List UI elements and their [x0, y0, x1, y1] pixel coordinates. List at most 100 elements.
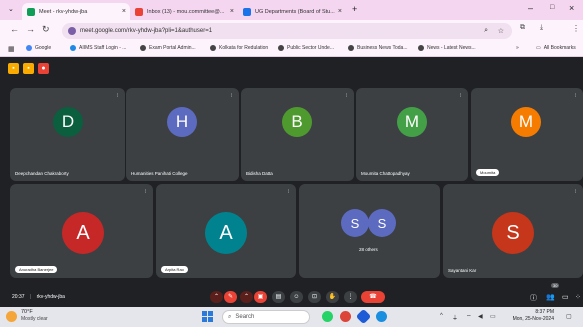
close-window-icon[interactable]: × — [569, 3, 574, 13]
edge-icon[interactable] — [376, 311, 387, 322]
new-tab-button[interactable]: + — [352, 4, 357, 14]
others-tile[interactable]: S S 28 others — [299, 184, 440, 278]
activity-icon[interactable]: ▪ — [23, 63, 34, 74]
menu-icon[interactable]: ⋮ — [572, 24, 580, 33]
bookmark-kolkata[interactable]: Kolkata for Redulation — [210, 45, 268, 51]
participant-tile[interactable]: ⁞ M Moumita — [471, 88, 583, 181]
more-options-icon[interactable]: ⁞ — [346, 93, 347, 99]
battery-icon[interactable]: ▭ — [490, 313, 496, 320]
participant-tile[interactable]: ⁞ H Humanities Panihati College — [126, 88, 239, 181]
app-icon[interactable] — [355, 308, 372, 325]
windows-start-icon[interactable] — [202, 311, 213, 322]
more-options-icon[interactable]: ⁞ — [575, 189, 576, 195]
participant-tile[interactable]: ⁞ A Arpita Rao — [156, 184, 296, 278]
tab-bar: ⌄ Meet - rkv-yhdw-jba × Inbox (13) - mou… — [0, 0, 583, 20]
participant-tile[interactable]: ⁞ B Bidisha Datta — [241, 88, 354, 181]
meeting-code: rkv-yhdw-jba — [36, 294, 65, 300]
activities-icon[interactable]: ⁘ — [575, 293, 581, 301]
clock-time: 8:37 PM — [535, 309, 554, 315]
participant-name: Anuradha Banerjee — [15, 266, 58, 273]
chat-icon[interactable]: ▭ — [562, 293, 569, 301]
mic-options-icon[interactable]: ⌃ — [210, 291, 223, 303]
people-icon[interactable]: 👥 — [546, 293, 555, 301]
more-options-icon[interactable]: ⁞ — [288, 189, 289, 195]
tab-ug-departments[interactable]: UG Departments (Board of Stu... × — [238, 3, 346, 20]
download-icon[interactable]: ⤓ — [540, 24, 543, 32]
more-options-icon[interactable]: ⁞ — [145, 189, 146, 195]
bookmark-business-news[interactable]: Business News Toda... — [348, 45, 408, 51]
present-icon[interactable]: ⊡ — [308, 291, 321, 303]
minimize-icon[interactable]: – — [528, 3, 533, 13]
bookmark-public-sector[interactable]: Public Sector Unde... — [278, 45, 334, 51]
meeting-time: 20:37 — [12, 294, 25, 300]
participant-tile[interactable]: ⁞ S Sayantani Kar — [443, 184, 583, 278]
apps-icon[interactable]: ▦ — [8, 45, 15, 53]
reload-icon[interactable]: ↻ — [42, 24, 50, 35]
tab-label: Meet - rkv-yhdw-jba — [39, 8, 88, 15]
leave-call-button[interactable]: ☎ — [361, 291, 385, 303]
avatar: A — [62, 212, 104, 254]
participant-count-badge: 30 — [551, 283, 560, 288]
zoom-icon[interactable]: ⌕ — [484, 27, 488, 35]
meet-controls-bar: 20:37 | rkv-yhdw-jba ⌃ ✎ ⌃ ▣ ▤ ☺ ⊡ ✋ ⋮ ☎… — [0, 283, 583, 307]
record-icon[interactable]: ● — [38, 63, 49, 74]
bookmark-star-icon[interactable]: ☆ — [498, 27, 504, 35]
camera-options-icon[interactable]: ⌃ — [240, 291, 253, 303]
globe-icon — [140, 45, 146, 51]
participant-name: Arpita Rao — [161, 266, 188, 273]
tab-search-icon[interactable]: ⌄ — [8, 5, 14, 13]
participant-tile[interactable]: ⁞ D Deepchandan Chakraborty — [10, 88, 125, 181]
bookmarks-overflow-icon[interactable]: » — [516, 45, 519, 51]
more-options-icon[interactable]: ⁞ — [460, 93, 461, 99]
all-bookmarks[interactable]: ▭ All Bookmarks — [536, 45, 576, 51]
bookmark-news[interactable]: News - Latest News... — [418, 45, 476, 51]
close-tab-icon[interactable]: × — [230, 8, 234, 15]
chrome-icon[interactable] — [340, 311, 351, 322]
doc-favicon — [243, 7, 251, 16]
participant-tile[interactable]: ⁞ A Anuradha Banerjee — [10, 184, 153, 278]
more-options-icon[interactable]: ⁞ — [231, 93, 232, 99]
globe-icon — [348, 45, 354, 51]
taskbar-search[interactable]: ⌕ Search — [222, 310, 310, 324]
maximize-icon[interactable]: □ — [550, 4, 554, 11]
address-bar[interactable]: meet.google.com/rkv-yhdw-jba?pli=1&authu… — [62, 23, 512, 39]
wifi-icon[interactable]: ⌔ — [466, 313, 472, 321]
tab-meet[interactable]: Meet - rkv-yhdw-jba × — [22, 3, 130, 20]
participant-name: Humanities Panihati College — [131, 171, 188, 176]
participant-name: Bidisha Datta — [246, 171, 273, 176]
extensions-icon[interactable]: ⧉ — [520, 24, 525, 32]
info-icon[interactable]: ▪ — [8, 63, 19, 74]
participant-name: Deepchandan Chakraborty — [15, 171, 69, 176]
more-options-icon[interactable]: ⋮ — [344, 291, 357, 303]
usb-icon[interactable]: ⏚ — [452, 313, 458, 322]
info-icon[interactable]: ⓘ — [530, 293, 537, 303]
more-options-icon[interactable]: ⁞ — [575, 93, 576, 99]
emoji-icon[interactable]: ☺ — [290, 291, 303, 303]
weather-widget[interactable]: 70°F Mostly clear — [6, 309, 48, 323]
notification-icon[interactable]: ▢ — [566, 313, 572, 320]
back-icon[interactable]: ← — [10, 24, 19, 34]
raise-hand-icon[interactable]: ✋ — [326, 291, 339, 303]
bookmark-exam-portal[interactable]: Exam Portal Admin... — [140, 45, 196, 51]
avatar: S — [368, 209, 396, 237]
whatsapp-icon[interactable] — [322, 311, 333, 322]
forward-icon[interactable]: → — [26, 24, 35, 34]
bookmark-aiims[interactable]: AIIMS Staff Login - ... — [70, 45, 126, 51]
site-info-icon[interactable] — [68, 27, 76, 35]
avatar: H — [167, 107, 197, 137]
close-tab-icon[interactable]: × — [122, 8, 126, 15]
camera-off-icon[interactable]: ▣ — [254, 291, 267, 303]
captions-icon[interactable]: ▤ — [272, 291, 285, 303]
participant-tile[interactable]: ⁞ M Moumita Chattopadhyay — [356, 88, 468, 181]
tray-overflow-icon[interactable]: ^ — [440, 313, 443, 319]
avatar: D — [53, 107, 83, 137]
system-clock[interactable]: 8:37 PM Mon, 25-Nov-2024 — [504, 309, 554, 323]
bookmark-google[interactable]: Google — [26, 45, 51, 51]
volume-icon[interactable]: ◀ — [478, 313, 483, 320]
mic-muted-icon[interactable]: ✎ — [224, 291, 237, 303]
folder-icon: ▭ — [536, 45, 541, 51]
google-icon — [26, 45, 32, 51]
more-options-icon[interactable]: ⁞ — [117, 93, 118, 99]
close-tab-icon[interactable]: × — [338, 8, 342, 15]
tab-inbox[interactable]: Inbox (13) - mou.committee@... × — [130, 3, 238, 20]
